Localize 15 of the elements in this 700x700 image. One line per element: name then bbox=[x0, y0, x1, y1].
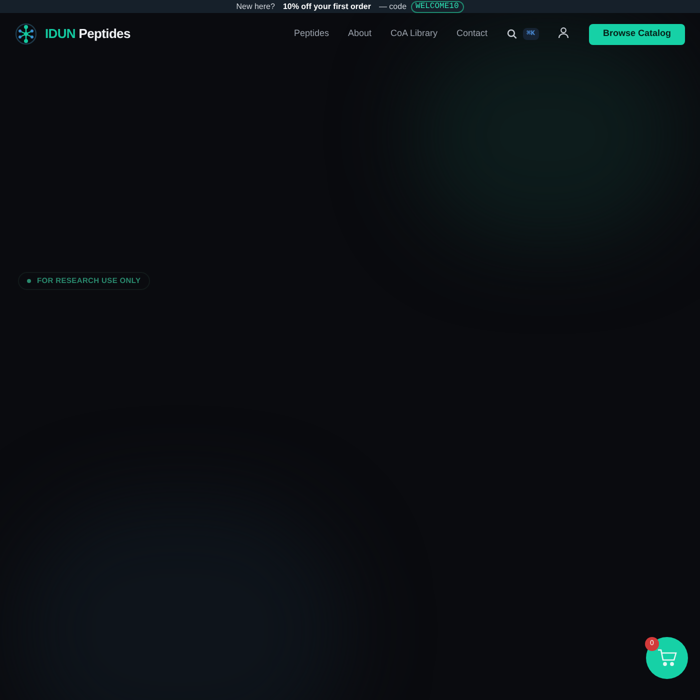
promo-text: New here? bbox=[236, 0, 275, 12]
search-icon[interactable] bbox=[506, 29, 517, 39]
promo-code-label: — code bbox=[378, 0, 407, 12]
nav-link[interactable]: CoA Library bbox=[390, 27, 438, 41]
brand-link[interactable]: IDUN Peptides bbox=[45, 24, 130, 44]
nav-link[interactable]: About bbox=[348, 27, 372, 41]
nav-link[interactable]: Peptides bbox=[294, 27, 329, 41]
molecule-logo-icon bbox=[15, 23, 37, 45]
promo-code: WELCOME10 bbox=[410, 0, 464, 12]
cart-button[interactable] bbox=[646, 637, 688, 679]
user-icon[interactable] bbox=[558, 26, 569, 38]
cart-icon bbox=[657, 649, 677, 667]
browse-catalog-button[interactable]: Browse Catalog bbox=[588, 24, 685, 44]
nav-link[interactable]: Contact bbox=[456, 27, 488, 41]
promo-offer: 10% off your first order bbox=[282, 0, 371, 12]
